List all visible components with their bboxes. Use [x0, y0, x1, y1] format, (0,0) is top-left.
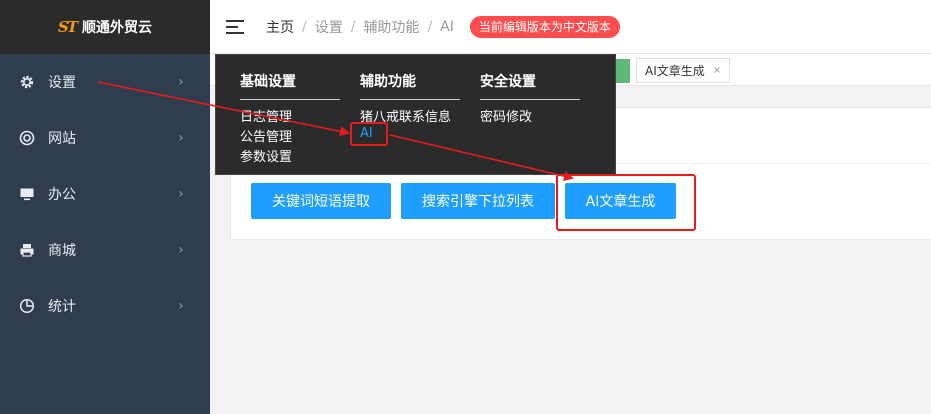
- annotation-box-ai-menu: [350, 122, 388, 146]
- annotation-box-ai-button: [556, 174, 696, 231]
- chevron-right-icon: ›: [178, 298, 184, 314]
- sidebar: ST 顺通外贸云 设置 › 网站 › 办公 › 商城 › 统计 ›: [0, 0, 210, 414]
- logo-icon: ST: [58, 18, 78, 36]
- sidebar-item-website[interactable]: 网站 ›: [0, 110, 210, 166]
- pie-chart-icon: [19, 298, 35, 314]
- menu-item-log[interactable]: 日志管理: [240, 106, 292, 125]
- settings-dropdown-menu: 基础设置 日志管理 公告管理 参数设置 辅助功能 猪八戒联系信息 AI 安全设置…: [215, 54, 616, 175]
- tab-label: AI文章生成: [645, 64, 705, 78]
- sidebar-item-label: 设置: [48, 75, 76, 91]
- chevron-right-icon: ›: [178, 186, 184, 202]
- chevron-right-icon: ›: [178, 130, 184, 146]
- breadcrumb-separator: /: [302, 18, 307, 35]
- breadcrumb-settings[interactable]: 设置: [315, 17, 343, 37]
- sidebar-item-label: 网站: [48, 131, 76, 147]
- lifebuoy-icon: [19, 130, 35, 146]
- search-suggest-button[interactable]: 搜索引擎下拉列表: [401, 183, 555, 219]
- tab-indicator[interactable]: [615, 59, 630, 83]
- version-badge: 当前编辑版本为中文版本: [469, 15, 620, 38]
- top-header: 主页 / 设置 / 辅助功能 / AI 当前编辑版本为中文版本: [210, 0, 931, 54]
- sidebar-item-mall[interactable]: 商城 ›: [0, 222, 210, 278]
- tab-ai-article[interactable]: AI文章生成 ×: [636, 58, 731, 83]
- breadcrumb-assist[interactable]: 辅助功能: [363, 17, 419, 37]
- chevron-right-icon: ›: [178, 242, 184, 258]
- menu-column-title: 基础设置: [240, 74, 296, 90]
- menu-column-title: 安全设置: [480, 74, 536, 90]
- close-icon[interactable]: ×: [713, 65, 721, 76]
- printer-icon: [19, 242, 35, 258]
- menu-divider: [240, 99, 340, 100]
- menu-toggle-icon[interactable]: [226, 19, 244, 34]
- breadcrumb-separator: /: [350, 18, 356, 35]
- logo-bar[interactable]: ST 顺通外贸云: [0, 0, 210, 54]
- menu-column-title: 辅助功能: [360, 74, 416, 90]
- monitor-icon: [19, 186, 35, 202]
- menu-item-password[interactable]: 密码修改: [480, 106, 532, 125]
- chevron-right-icon: ›: [178, 74, 184, 90]
- breadcrumb: 主页 / 设置 / 辅助功能 / AI: [266, 17, 454, 37]
- menu-divider: [480, 99, 580, 100]
- sidebar-item-settings[interactable]: 设置 ›: [0, 54, 210, 110]
- gear-icon: [19, 74, 35, 90]
- sidebar-item-label: 商城: [48, 243, 76, 259]
- menu-divider: [360, 99, 460, 100]
- keyword-extract-button[interactable]: 关键词短语提取: [251, 183, 391, 219]
- sidebar-item-label: 办公: [48, 187, 76, 203]
- menu-item-notice[interactable]: 公告管理: [240, 126, 292, 145]
- app-title: 顺通外贸云: [82, 20, 152, 36]
- sidebar-item-label: 统计: [48, 299, 76, 315]
- breadcrumb-home[interactable]: 主页: [266, 17, 294, 37]
- sidebar-item-office[interactable]: 办公 ›: [0, 166, 210, 222]
- menu-item-params[interactable]: 参数设置: [240, 146, 292, 165]
- sidebar-item-stats[interactable]: 统计 ›: [0, 278, 210, 334]
- breadcrumb-ai: AI: [440, 18, 454, 35]
- breadcrumb-separator: /: [427, 18, 433, 35]
